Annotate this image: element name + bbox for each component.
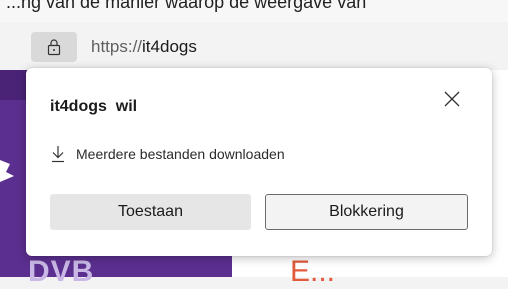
allow-button[interactable]: Toestaan (50, 194, 251, 230)
url-scheme: https:// (91, 37, 143, 56)
close-icon (444, 91, 460, 107)
address-bar: https://it4dogs (0, 22, 508, 70)
permission-row: Meerdere bestanden downloaden (50, 142, 285, 166)
block-button[interactable]: Blokkering (265, 194, 468, 230)
url-host: it4dogs (142, 37, 197, 56)
permission-popup: it4dogs wil Meerdere bestanden downloade… (26, 68, 492, 256)
url-text[interactable]: https://it4dogs (91, 37, 197, 57)
popup-title: it4dogs wil (50, 98, 138, 115)
lock-icon (47, 39, 61, 56)
site-info-button[interactable] (31, 32, 77, 62)
page-right-text: E... (290, 255, 336, 288)
permission-label: Meerdere bestanden downloaden (76, 146, 285, 162)
header-partial-text: ...ng van de manier waarop de weergave v… (6, 0, 367, 12)
download-icon (52, 146, 64, 163)
page-left-text: DVB (28, 255, 95, 288)
header-partial-strip: ...ng van de manier waarop de weergave v… (0, 0, 508, 22)
page-logo-fragment (0, 160, 14, 182)
close-button[interactable] (439, 86, 465, 112)
